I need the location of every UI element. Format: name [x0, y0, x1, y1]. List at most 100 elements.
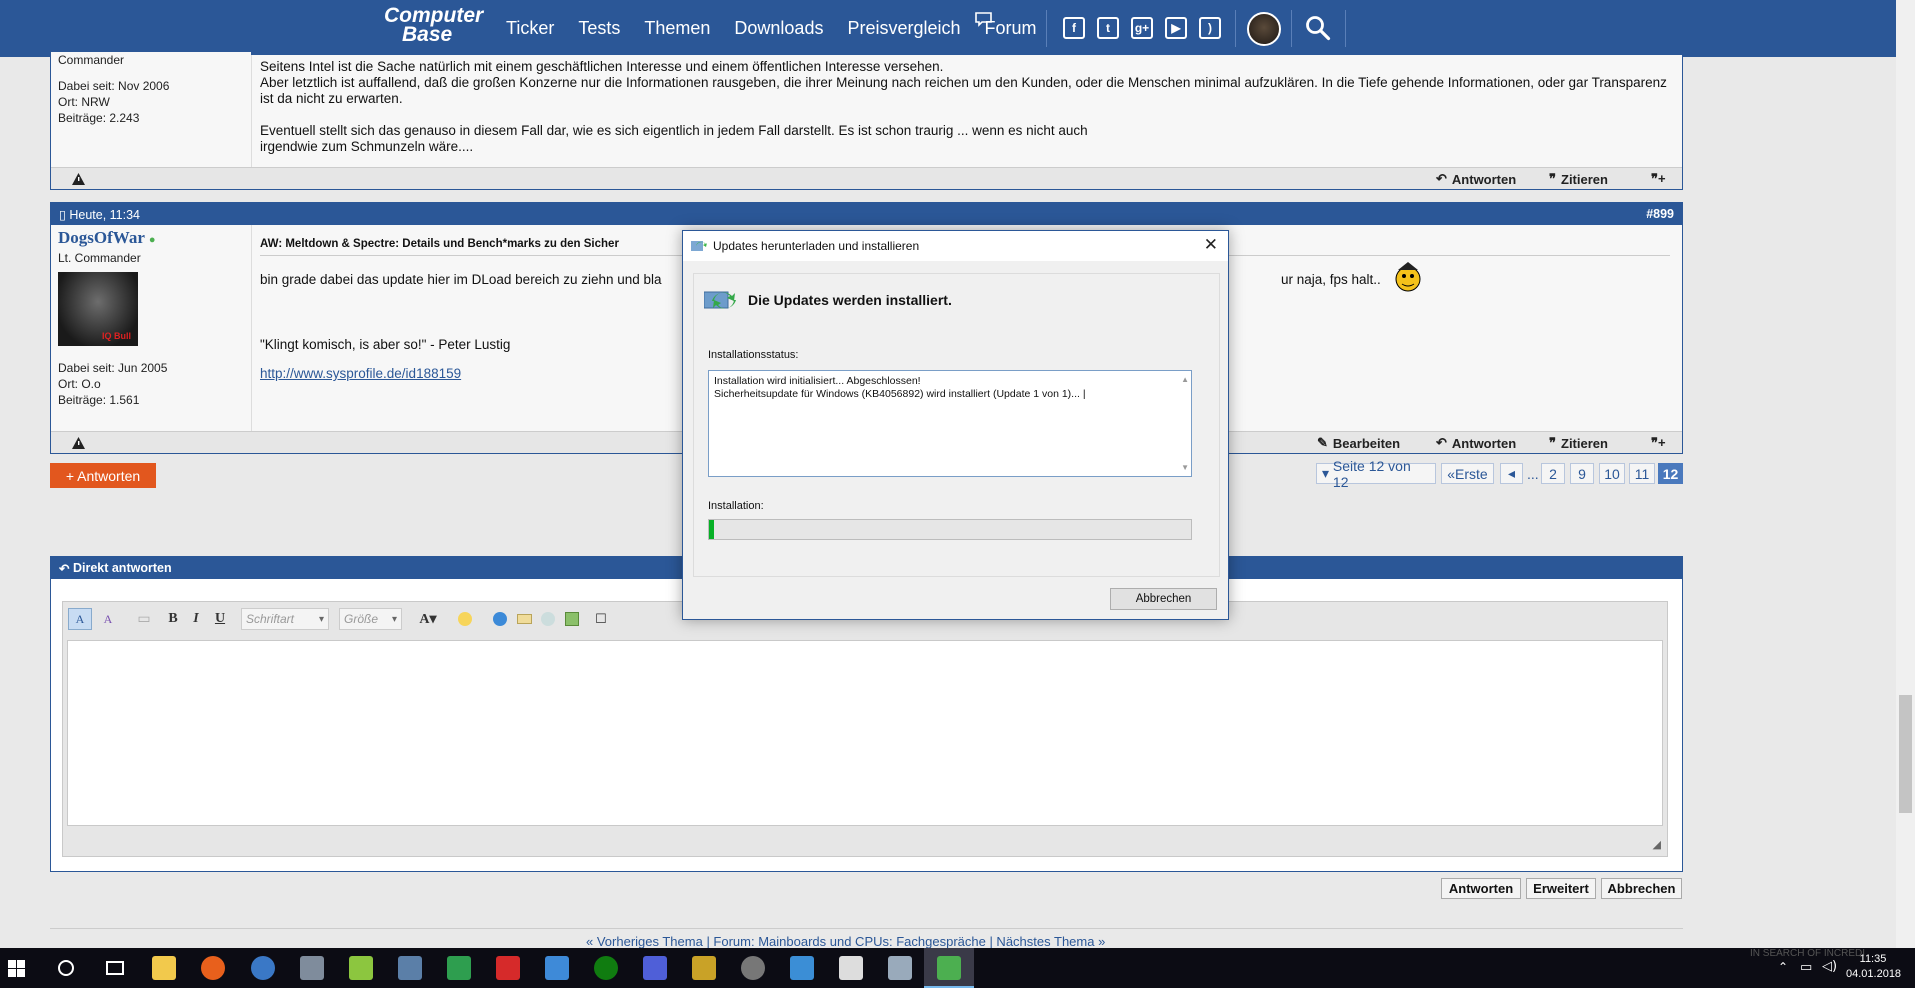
post-number[interactable]: #899	[1646, 207, 1674, 221]
youtube-icon[interactable]: ▶	[1165, 17, 1187, 39]
rss-icon[interactable]: )	[1199, 17, 1221, 39]
author-joined: Dabei seit: Nov 2006	[58, 79, 170, 93]
post-author-sidebar: Commander Dabei seit: Nov 2006 Ort: NRW …	[51, 52, 251, 162]
thread-navigation[interactable]: « Vorheriges Thema | Forum: Mainboards u…	[586, 934, 1105, 949]
font-size-select[interactable]: Größe ▾	[339, 608, 402, 630]
caret-down-icon: ▾	[1322, 465, 1333, 481]
progress-label: Installation:	[708, 500, 764, 512]
cancel-update-button[interactable]: Abbrechen	[1110, 588, 1217, 610]
signature-quote: "Klingt komisch, is aber so!" - Peter Lu…	[260, 337, 511, 352]
gear-icon[interactable]	[741, 956, 765, 980]
report-icon[interactable]	[72, 173, 85, 185]
bold-button[interactable]: B	[163, 608, 183, 630]
twitter-icon[interactable]: t	[1097, 17, 1119, 39]
nav-link-preisvergleich[interactable]: Preisvergleich	[847, 18, 960, 39]
remove-format-icon[interactable]: A	[97, 608, 119, 630]
app-icon[interactable]	[545, 956, 569, 980]
nav-link-downloads[interactable]: Downloads	[734, 18, 823, 39]
insert-quote-icon[interactable]: ☐	[591, 608, 611, 630]
page-2-button[interactable]: 2	[1541, 463, 1565, 484]
switch-editor-mode-icon[interactable]: A	[68, 608, 92, 630]
quote-button[interactable]: ❞ Zitieren	[1549, 171, 1608, 187]
remove-link-icon[interactable]	[538, 608, 558, 630]
report-icon[interactable]	[72, 437, 85, 449]
forum-post-1: Commander Dabei seit: Nov 2006 Ort: NRW …	[50, 52, 1683, 190]
nav-link-forum[interactable]: Forum	[985, 18, 1037, 39]
scrollbar-thumb[interactable]	[1899, 695, 1912, 813]
page-11-button[interactable]: 11	[1629, 463, 1655, 484]
message-textarea[interactable]	[67, 640, 1663, 826]
app-icon[interactable]	[643, 956, 667, 980]
nav-link-ticker[interactable]: Ticker	[506, 18, 554, 39]
app-icon[interactable]	[398, 956, 422, 980]
xbox-icon[interactable]	[594, 956, 618, 980]
facebook-icon[interactable]: f	[1063, 17, 1085, 39]
author-avatar[interactable]: IQ Bull	[58, 272, 138, 346]
close-icon[interactable]: ✕	[1204, 235, 1218, 255]
windows-start-icon[interactable]	[8, 960, 25, 977]
insert-image-icon[interactable]	[562, 608, 582, 630]
calculator-icon[interactable]	[839, 956, 863, 980]
reply-submit-button[interactable]: Antworten	[1441, 878, 1521, 899]
italic-button[interactable]: I	[186, 608, 206, 630]
emoticon-icon[interactable]	[454, 608, 476, 630]
multiquote-icon[interactable]: ❞+	[1651, 435, 1666, 451]
thunderbird-icon[interactable]	[251, 956, 275, 980]
search-circle-icon[interactable]	[58, 960, 74, 976]
app-icon[interactable]	[300, 956, 324, 980]
computerbase-logo[interactable]: Computer Base	[384, 5, 483, 45]
prev-page-button[interactable]: ◂	[1500, 463, 1523, 484]
file-explorer-icon[interactable]	[152, 956, 176, 980]
search-icon[interactable]	[1305, 15, 1331, 41]
paste-icon[interactable]: ▭	[134, 608, 154, 630]
reply-button[interactable]: ↶ Antworten	[1436, 171, 1516, 187]
new-reply-button[interactable]: + Antworten	[50, 463, 156, 488]
page-scrollbar[interactable]	[1896, 0, 1915, 948]
nav-link-themen[interactable]: Themen	[644, 18, 710, 39]
evernote-icon[interactable]	[447, 956, 471, 980]
app-icon[interactable]	[790, 956, 814, 980]
user-avatar[interactable]	[1247, 12, 1281, 46]
underline-button[interactable]: U	[210, 608, 230, 630]
app-icon[interactable]	[692, 956, 716, 980]
resize-handle-icon[interactable]: ◢	[1653, 838, 1661, 851]
insert-link-icon[interactable]	[490, 608, 510, 630]
author-username[interactable]: DogsOfWar ●	[58, 228, 251, 250]
reply-icon: ↶	[1436, 435, 1447, 450]
volume-icon[interactable]: ◁)	[1822, 959, 1837, 974]
quote-button[interactable]: ❞ Zitieren	[1549, 435, 1608, 451]
current-page-button[interactable]: 12	[1658, 463, 1683, 484]
page-selector[interactable]: ▾ Seite 12 von 12	[1316, 458, 1436, 490]
acrobat-icon[interactable]	[496, 956, 520, 980]
cancel-reply-button[interactable]: Abbrechen	[1601, 878, 1682, 899]
windows-update-task-icon	[937, 956, 961, 980]
scroll-down-arrow[interactable]: ▼	[1181, 461, 1189, 474]
first-page-button[interactable]: «Erste	[1441, 463, 1494, 484]
post-action-bar: ↶ Antworten ❞ Zitieren ❞+	[51, 167, 1682, 189]
nav-link-tests[interactable]: Tests	[578, 18, 620, 39]
page-9-button[interactable]: 9	[1570, 463, 1594, 484]
page-10-button[interactable]: 10	[1599, 463, 1625, 484]
network-icon[interactable]: ▭	[1800, 960, 1812, 975]
advanced-button[interactable]: Erweitert	[1526, 878, 1596, 899]
signature-link[interactable]: http://www.sysprofile.de/id188159	[260, 366, 461, 382]
firefox-icon[interactable]	[201, 956, 225, 980]
task-view-icon[interactable]	[106, 961, 124, 975]
system-clock[interactable]: 11:35 04.01.2018	[1846, 952, 1901, 982]
google-plus-icon[interactable]: g+	[1131, 17, 1153, 39]
post-text-start: bin grade dabei das update hier im DLoad…	[260, 272, 662, 287]
update-install-icon	[704, 291, 736, 309]
chevron-up-icon[interactable]: ⌃	[1778, 960, 1788, 974]
reply-button[interactable]: ↶ Antworten	[1436, 435, 1516, 451]
app-icon[interactable]	[349, 956, 373, 980]
multiquote-icon[interactable]: ❞+	[1651, 171, 1666, 187]
app-icon[interactable]	[888, 956, 912, 980]
active-update-task[interactable]	[924, 948, 974, 988]
edit-button[interactable]: ✎ Bearbeiten	[1317, 435, 1400, 451]
insert-email-icon[interactable]	[514, 608, 534, 630]
font-family-select[interactable]: Schriftart ▾	[241, 608, 329, 630]
author-location: Ort: NRW	[58, 95, 110, 109]
status-log[interactable]: Installation wird initialisiert... Abges…	[708, 370, 1192, 477]
text-color-icon[interactable]: A▾	[414, 608, 442, 630]
scroll-up-arrow[interactable]: ▲	[1181, 373, 1189, 386]
